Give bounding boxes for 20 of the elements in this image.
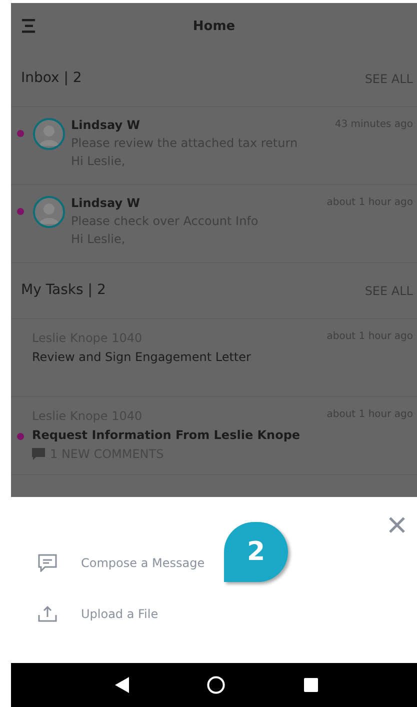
action-item[interactable]: Upload a File — [11, 588, 158, 639]
avatar-icon — [33, 118, 65, 150]
menu-icon[interactable] — [22, 19, 36, 33]
task-title: Request Information From Leslie Knope — [32, 427, 300, 444]
action-item[interactable]: Compose a Message — [11, 537, 205, 588]
step-badge: 2 — [224, 522, 288, 582]
back-icon[interactable] — [115, 677, 130, 693]
message-icon — [38, 554, 57, 572]
section-title: Inbox | 2 — [21, 69, 82, 88]
upload-icon — [38, 606, 57, 622]
home-icon[interactable] — [207, 676, 226, 694]
recents-icon[interactable] — [304, 678, 318, 692]
sender-name: Lindsay W — [71, 117, 141, 134]
page-title: Home — [192, 18, 236, 36]
avatar-icon — [33, 196, 65, 228]
section-title: My Tasks | 2 — [21, 281, 106, 300]
sender-name: Lindsay W — [71, 195, 141, 212]
task-title: Review and Sign Engagement Letter — [32, 349, 251, 366]
comment-icon — [32, 448, 45, 460]
close-button[interactable] — [389, 517, 405, 533]
